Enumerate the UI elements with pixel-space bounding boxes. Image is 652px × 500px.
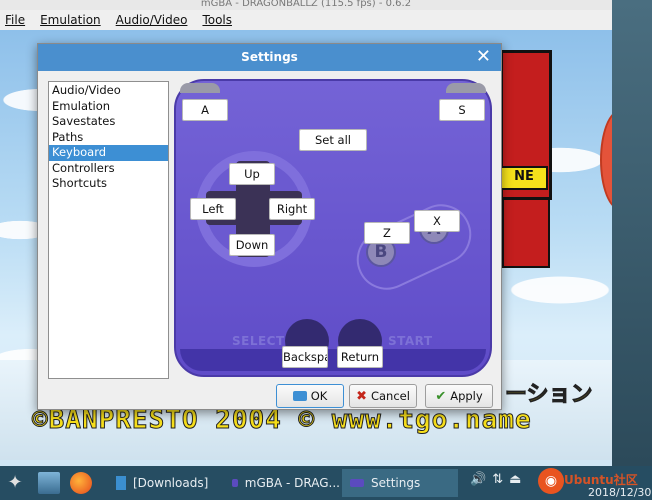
task-settings-label: Settings xyxy=(371,476,421,490)
start-menu-icon[interactable]: ✦ xyxy=(2,466,28,500)
key-r-field[interactable]: S xyxy=(439,99,485,121)
key-l-field[interactable]: A xyxy=(182,99,228,121)
menu-emulation[interactable]: Emulation xyxy=(40,13,101,27)
menu-file[interactable]: File xyxy=(5,13,25,27)
dialog-titlebar: Settings ✕ xyxy=(38,44,501,71)
ok-button[interactable]: OK xyxy=(276,384,344,408)
select-label: SELECT xyxy=(232,334,285,348)
game-jp-text: ーション xyxy=(505,382,594,408)
task-mgba-label: mGBA - DRAG... xyxy=(244,476,340,490)
apply-button[interactable]: ✔ Apply xyxy=(425,384,493,408)
cancel-icon: ✖ xyxy=(356,388,367,404)
task-downloads-label: [Downloads] xyxy=(133,476,209,490)
gba-icon xyxy=(350,479,364,487)
close-icon[interactable]: ✕ xyxy=(476,44,491,70)
menubar: File Emulation Audio/Video Tools xyxy=(0,10,612,30)
task-mgba[interactable]: mGBA - DRAG... xyxy=(224,469,340,497)
key-up-field[interactable]: Up xyxy=(229,163,275,185)
dialog-title: Settings xyxy=(241,50,298,64)
key-down-field[interactable]: Down xyxy=(229,234,275,256)
r-shoulder xyxy=(446,83,486,93)
apply-icon: ✔ xyxy=(435,388,447,404)
task-settings[interactable]: Settings xyxy=(342,469,458,497)
game-sign: NE xyxy=(500,166,548,190)
menu-audio-video[interactable]: Audio/Video xyxy=(116,13,188,27)
eject-icon[interactable]: ⏏ xyxy=(509,472,521,487)
firefox-icon[interactable] xyxy=(70,472,92,494)
apply-label: Apply xyxy=(450,389,483,403)
task-downloads[interactable]: [Downloads] xyxy=(108,469,222,497)
menu-tools[interactable]: Tools xyxy=(202,13,232,27)
key-b-field[interactable]: Z xyxy=(364,222,410,244)
category-emulation[interactable]: Emulation xyxy=(49,99,168,115)
controller-bottom xyxy=(180,349,486,371)
start-label: START xyxy=(388,334,433,348)
gba-controller: B A SELECT START A S Set all Up Left Rig… xyxy=(174,79,492,377)
category-keyboard[interactable]: Keyboard xyxy=(49,145,168,161)
l-shoulder xyxy=(180,83,220,93)
key-left-field[interactable]: Left xyxy=(190,198,236,220)
key-start-field[interactable]: Return xyxy=(337,346,383,368)
category-shortcuts[interactable]: Shortcuts xyxy=(49,176,168,192)
game-pillar xyxy=(502,198,550,268)
key-right-field[interactable]: Right xyxy=(269,198,315,220)
category-controllers[interactable]: Controllers xyxy=(49,161,168,177)
cancel-button[interactable]: ✖ Cancel xyxy=(349,384,417,408)
category-paths[interactable]: Paths xyxy=(49,130,168,146)
folder-icon xyxy=(116,476,126,490)
network-icon[interactable]: ⇅ xyxy=(492,472,503,487)
ok-label: OK xyxy=(310,389,328,403)
category-savestates[interactable]: Savestates xyxy=(49,114,168,130)
taskbar: ✦ [Downloads] mGBA - DRAG... Settings 🔊 … xyxy=(0,466,652,500)
volume-icon[interactable]: 🔊 xyxy=(470,472,486,487)
ubuntu-logo-icon: ◉ xyxy=(538,468,564,494)
desktop-background xyxy=(612,0,652,466)
clock[interactable]: 2018/12/30 周日 xyxy=(588,484,652,500)
cancel-label: Cancel xyxy=(370,389,410,403)
category-list: Audio/Video Emulation Savestates Paths K… xyxy=(48,81,169,379)
system-tray: 🔊 ⇅ ⏏ xyxy=(470,472,521,487)
game-wheel xyxy=(600,110,612,210)
category-audio-video[interactable]: Audio/Video xyxy=(49,83,168,99)
set-all-button[interactable]: Set all xyxy=(299,129,367,151)
key-a-field[interactable]: X xyxy=(414,210,460,232)
gba-icon xyxy=(232,479,238,487)
settings-dialog: Settings ✕ Audio/Video Emulation Savesta… xyxy=(37,43,502,410)
window-title: mGBA - DRAGONBALLZ (115.5 fps) - 0.6.2 xyxy=(0,0,612,10)
ok-icon xyxy=(292,391,307,401)
file-manager-icon[interactable] xyxy=(38,472,60,494)
key-select-field[interactable]: Backspace xyxy=(282,346,328,368)
